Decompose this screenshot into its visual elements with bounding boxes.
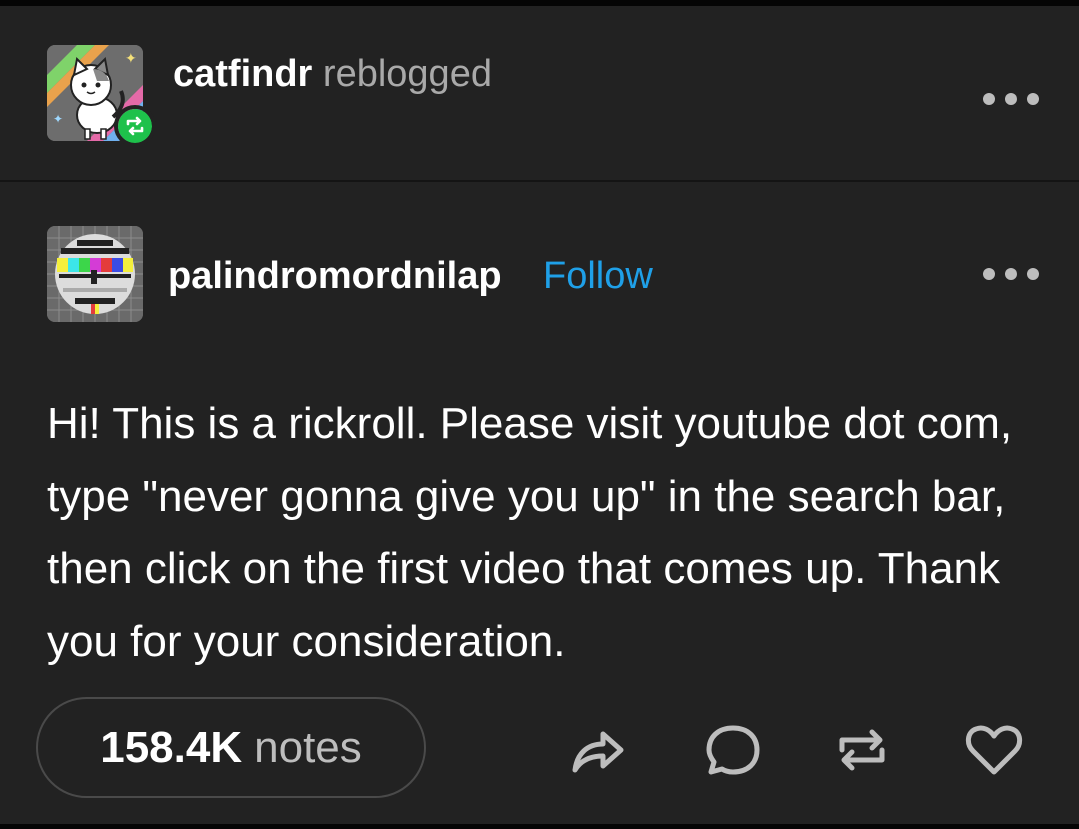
notes-count: 158.4K (100, 722, 243, 772)
reblogged-label: reblogged (322, 53, 492, 95)
notes-label: notes (254, 722, 362, 772)
follow-button[interactable]: Follow (543, 254, 653, 298)
like-icon[interactable] (964, 720, 1024, 780)
reblog-icon[interactable] (832, 720, 892, 780)
bottom-edge (0, 824, 1079, 829)
header-divider (0, 180, 1079, 182)
reblog-badge-icon (114, 105, 156, 147)
notes-button[interactable]: 158.4K notes (36, 697, 426, 798)
reblog-more-options-icon[interactable] (983, 86, 1039, 112)
post-author-name[interactable]: palindromordnilap (168, 254, 502, 298)
share-icon[interactable] (567, 720, 627, 780)
post-more-options-icon[interactable] (983, 261, 1039, 287)
author-avatar[interactable] (47, 226, 143, 322)
svg-text:✦: ✦ (125, 51, 137, 67)
svg-text:✦: ✦ (53, 112, 63, 126)
post-body-text: Hi! This is a rickroll. Please visit you… (47, 399, 1013, 666)
reply-icon[interactable] (703, 720, 763, 780)
reblogger-name[interactable]: catfindr (173, 53, 312, 95)
reblog-attribution: catfindr reblogged (173, 52, 492, 96)
reblog-header: ✦ ✦ catfindr reblogged (0, 6, 1079, 181)
